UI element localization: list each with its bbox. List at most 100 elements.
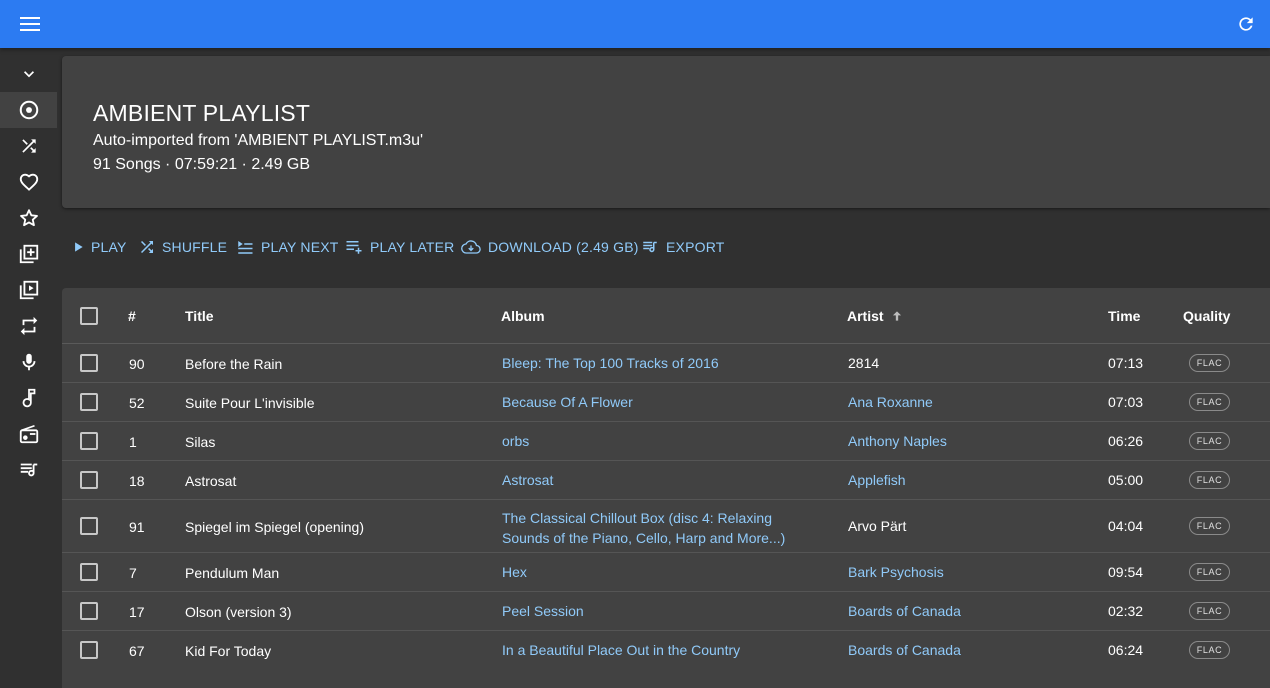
playlist-comment: Auto-imported from 'AMBIENT PLAYLIST.m3u… bbox=[93, 132, 424, 149]
video-library-icon bbox=[19, 280, 38, 300]
songs-table: # Title Album Artist Time Quality 90 Bef… bbox=[62, 288, 1270, 688]
track-duration: 02:32 bbox=[1108, 603, 1144, 619]
column-header-title[interactable]: Title bbox=[185, 308, 214, 324]
row-checkbox[interactable] bbox=[80, 354, 98, 372]
sidebar-item-recently-added[interactable] bbox=[0, 236, 57, 272]
sidebar-item-favourites[interactable] bbox=[0, 164, 57, 200]
sidebar-item-random[interactable] bbox=[0, 128, 57, 164]
row-checkbox[interactable] bbox=[80, 471, 98, 489]
album-icon bbox=[19, 100, 38, 120]
refresh-button[interactable] bbox=[1232, 10, 1260, 38]
menu-button[interactable] bbox=[14, 10, 46, 38]
sidebar-item-artists[interactable] bbox=[0, 344, 57, 380]
play-next-button[interactable]: PLAY NEXT bbox=[235, 232, 339, 262]
app-bar bbox=[0, 0, 1270, 48]
table-row[interactable]: 91 Spiegel im Spiegel (opening) The Clas… bbox=[62, 500, 1270, 553]
table-row[interactable]: 67 Kid For Today In a Beautiful Place Ou… bbox=[62, 631, 1270, 670]
artist-name: Arvo Pärt bbox=[848, 518, 907, 534]
artist-link[interactable]: Bark Psychosis bbox=[848, 564, 944, 580]
microphone-icon bbox=[22, 353, 35, 371]
table-row[interactable]: 90 Before the Rain Bleep: The Top 100 Tr… bbox=[62, 344, 1270, 383]
artist-link[interactable]: Anthony Naples bbox=[848, 433, 947, 449]
sidebar-item-playlists[interactable] bbox=[0, 452, 57, 488]
sidebar-item-radios[interactable] bbox=[0, 416, 57, 452]
quality-badge: FLAC bbox=[1189, 471, 1230, 489]
download-button[interactable]: DOWNLOAD (2.49 GB) bbox=[460, 232, 639, 262]
sidebar-item-top-rated[interactable] bbox=[0, 200, 57, 236]
menu-icon bbox=[20, 17, 40, 31]
sidebar-item-most-played[interactable] bbox=[0, 308, 57, 344]
quality-badge: FLAC bbox=[1189, 563, 1230, 581]
queue-music-icon bbox=[20, 463, 37, 477]
track-duration: 07:13 bbox=[1108, 355, 1144, 371]
sidebar-collapse-button[interactable] bbox=[0, 56, 57, 92]
artist-link[interactable]: Applefish bbox=[848, 472, 906, 488]
playlist-stats: 91 Songs · 07:59:21 · 2.49 GB bbox=[93, 156, 311, 173]
play-later-label: PLAY LATER bbox=[370, 239, 455, 255]
play-button[interactable]: PLAY bbox=[71, 232, 127, 262]
album-link[interactable]: Hex bbox=[502, 564, 527, 580]
album-line-1: The Classical Chillout Box (disc 4: Rela… bbox=[502, 510, 772, 526]
album-link[interactable]: Because Of A Flower bbox=[502, 394, 633, 410]
album-link[interactable]: In a Beautiful Place Out in the Country bbox=[502, 642, 740, 658]
track-title: Pendulum Man bbox=[185, 565, 280, 581]
download-label: DOWNLOAD (2.49 GB) bbox=[488, 239, 639, 255]
artist-link[interactable]: Ana Roxanne bbox=[848, 394, 933, 410]
play-later-button[interactable]: PLAY LATER bbox=[344, 232, 454, 262]
table-row[interactable]: 52 Suite Pour L'invisible Because Of A F… bbox=[62, 383, 1270, 422]
table-row[interactable]: 17 Olson (version 3) Peel Session Boards… bbox=[62, 592, 1270, 631]
row-checkbox[interactable] bbox=[80, 393, 98, 411]
track-number: 90 bbox=[129, 356, 145, 372]
sidebar-item-songs[interactable] bbox=[0, 380, 57, 416]
track-duration: 04:04 bbox=[1108, 518, 1144, 534]
column-header-number[interactable]: # bbox=[128, 308, 136, 324]
artist-link[interactable]: Boards of Canada bbox=[848, 642, 961, 658]
album-link[interactable]: Bleep: The Top 100 Tracks of 2016 bbox=[502, 355, 719, 371]
table-row[interactable]: 7 Pendulum Man Hex Bark Psychosis 09:54 … bbox=[62, 553, 1270, 592]
artist-link[interactable]: Boards of Canada bbox=[848, 603, 961, 619]
play-label: PLAY bbox=[91, 239, 127, 255]
refresh-icon bbox=[1239, 17, 1253, 31]
album-link[interactable]: Peel Session bbox=[502, 603, 584, 619]
main-content: AMBIENT PLAYLIST Auto-imported from 'AMB… bbox=[62, 48, 1270, 688]
sidebar-item-recently-played[interactable] bbox=[0, 272, 57, 308]
track-duration: 07:03 bbox=[1108, 394, 1144, 410]
column-header-quality[interactable]: Quality bbox=[1183, 308, 1230, 324]
quality-badge: FLAC bbox=[1189, 354, 1230, 372]
album-link[interactable]: Astrosat bbox=[502, 472, 553, 488]
select-all-checkbox[interactable] bbox=[80, 307, 98, 325]
track-duration: 06:26 bbox=[1108, 433, 1144, 449]
artist-name: 2814 bbox=[848, 355, 880, 371]
table-header: # Title Album Artist Time Quality bbox=[62, 288, 1270, 344]
play-icon bbox=[75, 242, 83, 252]
table-row[interactable]: 18 Astrosat Astrosat Applefish 05:00 FLA… bbox=[62, 461, 1270, 500]
album-link[interactable]: The Classical Chillout Box (disc 4: Rela… bbox=[502, 508, 785, 548]
play-next-icon bbox=[238, 241, 253, 254]
track-duration: 06:24 bbox=[1108, 642, 1144, 658]
repeat-icon bbox=[20, 316, 37, 336]
track-title: Spiegel im Spiegel (opening) bbox=[185, 519, 364, 535]
row-checkbox[interactable] bbox=[80, 432, 98, 450]
track-number: 7 bbox=[129, 565, 137, 581]
shuffle-button[interactable]: SHUFFLE bbox=[138, 232, 227, 262]
star-icon bbox=[19, 209, 38, 227]
arrow-up-icon bbox=[892, 311, 901, 321]
action-toolbar: PLAY SHUFFLE PLAY NEXT PLAY LATER DOWNLO… bbox=[62, 232, 1270, 262]
chevron-down-icon bbox=[23, 71, 34, 78]
quality-badge: FLAC bbox=[1189, 517, 1230, 535]
column-header-artist[interactable]: Artist bbox=[847, 308, 904, 324]
row-checkbox[interactable] bbox=[80, 563, 98, 581]
row-checkbox[interactable] bbox=[80, 641, 98, 659]
export-label: EXPORT bbox=[666, 239, 725, 255]
quality-badge: FLAC bbox=[1189, 641, 1230, 659]
row-checkbox[interactable] bbox=[80, 602, 98, 620]
table-row[interactable]: 1 Silas orbs Anthony Naples 06:26 FLAC bbox=[62, 422, 1270, 461]
column-header-album[interactable]: Album bbox=[501, 308, 545, 324]
shuffle-icon bbox=[21, 139, 36, 153]
sidebar-item-albums[interactable] bbox=[0, 92, 57, 128]
column-header-time[interactable]: Time bbox=[1108, 308, 1140, 324]
album-link[interactable]: orbs bbox=[502, 433, 529, 449]
row-checkbox[interactable] bbox=[80, 517, 98, 535]
export-button[interactable]: EXPORT bbox=[640, 232, 725, 262]
cloud-download-icon bbox=[461, 240, 481, 254]
